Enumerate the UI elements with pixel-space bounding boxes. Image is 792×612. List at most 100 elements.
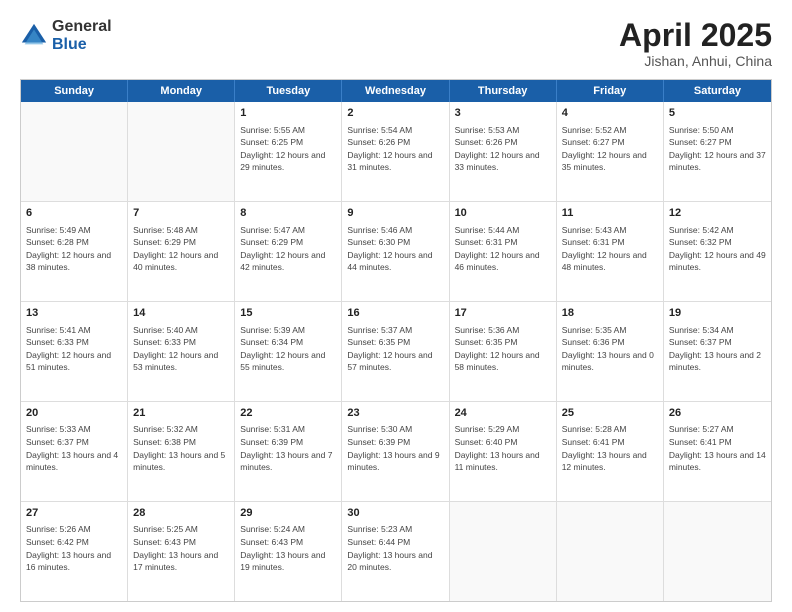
cell-text: Sunrise: 5:24 AMSunset: 6:43 PMDaylight:… — [240, 524, 325, 572]
header-friday: Friday — [557, 80, 664, 102]
header-thursday: Thursday — [450, 80, 557, 102]
day-number: 22 — [240, 406, 336, 421]
cell-text: Sunrise: 5:33 AMSunset: 6:37 PMDaylight:… — [26, 424, 118, 472]
calendar-cell: 7 Sunrise: 5:48 AMSunset: 6:29 PMDaylight… — [128, 202, 235, 301]
cell-text: Sunrise: 5:31 AMSunset: 6:39 PMDaylight:… — [240, 424, 332, 472]
calendar-cell: 1Sunrise: 5:55 AMSunset: 6:25 PMDaylight… — [235, 102, 342, 201]
header-sunday: Sunday — [21, 80, 128, 102]
calendar-cell: 24 Sunrise: 5:29 AMSunset: 6:40 PMDayligh… — [450, 402, 557, 501]
logo: General Blue — [20, 18, 112, 53]
cell-text: Sunrise: 5:42 AMSunset: 6:32 PMDaylight:… — [669, 225, 766, 273]
calendar-cell: 5 Sunrise: 5:50 AMSunset: 6:27 PMDaylight… — [664, 102, 771, 201]
calendar-cell — [557, 502, 664, 601]
calendar-cell: 10 Sunrise: 5:44 AMSunset: 6:31 PMDayligh… — [450, 202, 557, 301]
day-number: 16 — [347, 306, 443, 321]
calendar: Sunday Monday Tuesday Wednesday Thursday… — [20, 79, 772, 602]
day-number: 13 — [26, 306, 122, 321]
cell-text: Sunrise: 5:41 AMSunset: 6:33 PMDaylight:… — [26, 325, 111, 373]
calendar-row-3: 13 Sunrise: 5:41 AMSunset: 6:33 PMDayligh… — [21, 301, 771, 401]
calendar-cell — [450, 502, 557, 601]
calendar-cell: 25Sunrise: 5:28 AMSunset: 6:41 PMDayligh… — [557, 402, 664, 501]
day-number: 2 — [347, 106, 443, 121]
cell-text: Sunrise: 5:29 AMSunset: 6:40 PMDaylight:… — [455, 424, 540, 472]
calendar-cell: 30Sunrise: 5:23 AMSunset: 6:44 PMDayligh… — [342, 502, 449, 601]
calendar-cell: 14 Sunrise: 5:40 AMSunset: 6:33 PMDayligh… — [128, 302, 235, 401]
cell-text: Sunrise: 5:48 AMSunset: 6:29 PMDaylight:… — [133, 225, 218, 273]
calendar-cell: 3Sunrise: 5:53 AMSunset: 6:26 PMDaylight… — [450, 102, 557, 201]
cell-text: Sunrise: 5:44 AMSunset: 6:31 PMDaylight:… — [455, 225, 540, 273]
day-number: 7 — [133, 206, 229, 221]
title-block: April 2025 Jishan, Anhui, China — [619, 18, 772, 69]
day-number: 23 — [347, 406, 443, 421]
cell-text: Sunrise: 5:34 AMSunset: 6:37 PMDaylight:… — [669, 325, 761, 373]
day-number: 11 — [562, 206, 658, 221]
calendar-cell — [664, 502, 771, 601]
month-title: April 2025 — [619, 18, 772, 53]
logo-text: General Blue — [52, 18, 112, 53]
location: Jishan, Anhui, China — [619, 53, 772, 69]
calendar-row-5: 27Sunrise: 5:26 AMSunset: 6:42 PMDayligh… — [21, 501, 771, 601]
cell-text: Sunrise: 5:37 AMSunset: 6:35 PMDaylight:… — [347, 325, 432, 373]
calendar-cell: 8Sunrise: 5:47 AMSunset: 6:29 PMDaylight… — [235, 202, 342, 301]
day-number: 19 — [669, 306, 766, 321]
calendar-row-1: 1Sunrise: 5:55 AMSunset: 6:25 PMDaylight… — [21, 102, 771, 201]
calendar-cell: 16 Sunrise: 5:37 AMSunset: 6:35 PMDayligh… — [342, 302, 449, 401]
calendar-cell: 2 Sunrise: 5:54 AMSunset: 6:26 PMDaylight… — [342, 102, 449, 201]
calendar-cell: 20 Sunrise: 5:33 AMSunset: 6:37 PMDayligh… — [21, 402, 128, 501]
day-number: 15 — [240, 306, 336, 321]
header: General Blue April 2025 Jishan, Anhui, C… — [20, 18, 772, 69]
calendar-cell: 11 Sunrise: 5:43 AMSunset: 6:31 PMDayligh… — [557, 202, 664, 301]
calendar-cell: 21Sunrise: 5:32 AMSunset: 6:38 PMDayligh… — [128, 402, 235, 501]
calendar-cell: 17 Sunrise: 5:36 AMSunset: 6:35 PMDayligh… — [450, 302, 557, 401]
calendar-cell — [21, 102, 128, 201]
cell-text: Sunrise: 5:52 AMSunset: 6:27 PMDaylight:… — [562, 125, 647, 173]
day-number: 21 — [133, 406, 229, 421]
day-number: 10 — [455, 206, 551, 221]
day-number: 24 — [455, 406, 551, 421]
day-number: 25 — [562, 406, 658, 421]
page: General Blue April 2025 Jishan, Anhui, C… — [0, 0, 792, 612]
day-number: 26 — [669, 406, 766, 421]
cell-text: Sunrise: 5:25 AMSunset: 6:43 PMDaylight:… — [133, 524, 218, 572]
calendar-row-2: 6Sunrise: 5:49 AMSunset: 6:28 PMDaylight… — [21, 201, 771, 301]
cell-text: Sunrise: 5:36 AMSunset: 6:35 PMDaylight:… — [455, 325, 540, 373]
calendar-cell: 6Sunrise: 5:49 AMSunset: 6:28 PMDaylight… — [21, 202, 128, 301]
day-number: 12 — [669, 206, 766, 221]
calendar-cell: 9 Sunrise: 5:46 AMSunset: 6:30 PMDaylight… — [342, 202, 449, 301]
calendar-cell: 15 Sunrise: 5:39 AMSunset: 6:34 PMDayligh… — [235, 302, 342, 401]
calendar-header: Sunday Monday Tuesday Wednesday Thursday… — [21, 80, 771, 102]
cell-text: Sunrise: 5:27 AMSunset: 6:41 PMDaylight:… — [669, 424, 766, 472]
cell-text: Sunrise: 5:43 AMSunset: 6:31 PMDaylight:… — [562, 225, 647, 273]
calendar-cell — [128, 102, 235, 201]
calendar-cell: 12 Sunrise: 5:42 AMSunset: 6:32 PMDayligh… — [664, 202, 771, 301]
calendar-cell: 26 Sunrise: 5:27 AMSunset: 6:41 PMDayligh… — [664, 402, 771, 501]
cell-text: Sunrise: 5:40 AMSunset: 6:33 PMDaylight:… — [133, 325, 218, 373]
cell-text: Sunrise: 5:54 AMSunset: 6:26 PMDaylight:… — [347, 125, 432, 173]
calendar-cell: 4 Sunrise: 5:52 AMSunset: 6:27 PMDaylight… — [557, 102, 664, 201]
header-monday: Monday — [128, 80, 235, 102]
calendar-cell: 29Sunrise: 5:24 AMSunset: 6:43 PMDayligh… — [235, 502, 342, 601]
cell-text: Sunrise: 5:46 AMSunset: 6:30 PMDaylight:… — [347, 225, 432, 273]
day-number: 9 — [347, 206, 443, 221]
calendar-cell: 23 Sunrise: 5:30 AMSunset: 6:39 PMDayligh… — [342, 402, 449, 501]
cell-text: Sunrise: 5:53 AMSunset: 6:26 PMDaylight:… — [455, 125, 540, 173]
day-number: 4 — [562, 106, 658, 121]
day-number: 17 — [455, 306, 551, 321]
calendar-cell: 28 Sunrise: 5:25 AMSunset: 6:43 PMDayligh… — [128, 502, 235, 601]
cell-text: Sunrise: 5:55 AMSunset: 6:25 PMDaylight:… — [240, 125, 325, 173]
day-number: 14 — [133, 306, 229, 321]
day-number: 28 — [133, 506, 229, 521]
day-number: 5 — [669, 106, 766, 121]
logo-blue-text: Blue — [52, 36, 112, 54]
day-number: 20 — [26, 406, 122, 421]
cell-text: Sunrise: 5:50 AMSunset: 6:27 PMDaylight:… — [669, 125, 766, 173]
cell-text: Sunrise: 5:47 AMSunset: 6:29 PMDaylight:… — [240, 225, 325, 273]
calendar-cell: 22 Sunrise: 5:31 AMSunset: 6:39 PMDayligh… — [235, 402, 342, 501]
calendar-cell: 27Sunrise: 5:26 AMSunset: 6:42 PMDayligh… — [21, 502, 128, 601]
cell-text: Sunrise: 5:35 AMSunset: 6:36 PMDaylight:… — [562, 325, 654, 373]
day-number: 6 — [26, 206, 122, 221]
day-number: 30 — [347, 506, 443, 521]
cell-text: Sunrise: 5:30 AMSunset: 6:39 PMDaylight:… — [347, 424, 439, 472]
header-saturday: Saturday — [664, 80, 771, 102]
cell-text: Sunrise: 5:39 AMSunset: 6:34 PMDaylight:… — [240, 325, 325, 373]
